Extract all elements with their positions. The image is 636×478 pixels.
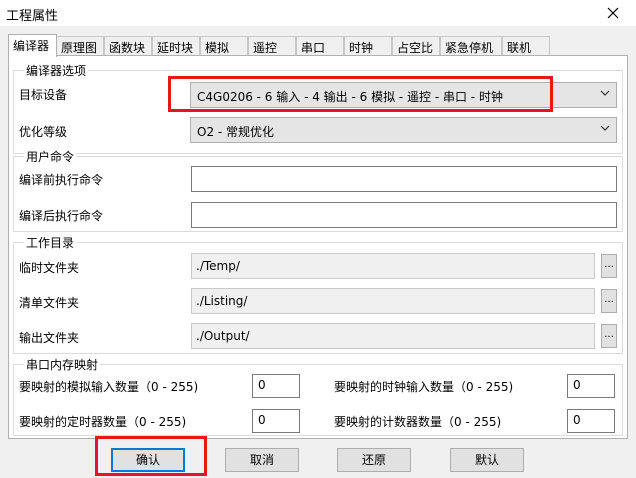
optimization-level-select[interactable]: O2 - 常规优化: [190, 117, 617, 143]
tab-compiler[interactable]: 编译器: [8, 34, 57, 57]
chevron-down-icon: [600, 125, 610, 131]
tab-serial[interactable]: 串口: [296, 36, 344, 56]
optimization-level-label: 优化等级: [19, 125, 68, 139]
cancel-button[interactable]: 取消: [225, 448, 299, 472]
tab-clock[interactable]: 时钟: [344, 36, 392, 56]
temp-folder-input[interactable]: ./Temp/: [191, 253, 595, 279]
timer-count-input[interactable]: 0: [252, 409, 300, 433]
clock-input-count-input[interactable]: 0: [567, 374, 615, 398]
output-folder-browse-button[interactable]: ...: [601, 324, 617, 348]
pre-build-command-input[interactable]: [191, 166, 617, 192]
project-properties-dialog: 工程属性 编译器 原理图 函数块 延时块 模拟 遥控 串口 时钟 占空比 紧急停…: [0, 0, 636, 478]
serial-memory-map-title: 串口内存映射: [24, 356, 101, 373]
tab-online[interactable]: 联机: [502, 36, 550, 56]
post-build-command-input[interactable]: [191, 202, 617, 228]
output-folder-input[interactable]: ./Output/: [191, 323, 595, 349]
optimization-level-value: O2 - 常规优化: [197, 125, 275, 139]
target-device-label: 目标设备: [19, 88, 68, 102]
target-device-value: C4G0206 - 6 输入 - 4 输出 - 6 模拟 - 遥控 - 串口 -…: [197, 90, 503, 104]
listing-folder-input[interactable]: ./Listing/: [191, 288, 595, 314]
chevron-down-icon: [600, 90, 610, 96]
default-button[interactable]: 默认: [450, 448, 524, 472]
analog-input-count-input[interactable]: 0: [252, 374, 300, 398]
close-icon: [607, 7, 619, 19]
output-folder-label: 输出文件夹: [19, 331, 80, 345]
counter-count-input[interactable]: 0: [567, 409, 615, 433]
temp-folder-label: 临时文件夹: [19, 261, 80, 275]
listing-folder-browse-button[interactable]: ...: [601, 289, 617, 313]
listing-folder-label: 清单文件夹: [19, 296, 80, 310]
counter-count-label: 要映射的计数器数量（0 - 255): [334, 415, 502, 429]
timer-count-label: 要映射的定时器数量（0 - 255): [19, 415, 187, 429]
tab-analog[interactable]: 模拟: [200, 36, 248, 56]
analog-input-count-label: 要映射的模拟输入数量（0 - 255): [19, 380, 199, 394]
tab-bar: 编译器 原理图 函数块 延时块 模拟 遥控 串口 时钟 占空比 紧急停机 联机: [8, 34, 628, 57]
tab-delay-block[interactable]: 延时块: [152, 36, 200, 56]
title-bar: 工程属性: [0, 0, 636, 26]
compiler-tab-panel: 编译器选项 目标设备 C4G0206 - 6 输入 - 4 输出 - 6 模拟 …: [8, 55, 628, 439]
tab-function-block[interactable]: 函数块: [104, 36, 152, 56]
clock-input-count-label: 要映射的时钟输入数量（0 - 255): [334, 380, 514, 394]
post-build-command-label: 编译后执行命令: [19, 209, 104, 223]
target-device-select[interactable]: C4G0206 - 6 输入 - 4 输出 - 6 模拟 - 遥控 - 串口 -…: [190, 82, 617, 108]
window-title: 工程属性: [6, 9, 59, 24]
close-button[interactable]: [590, 0, 636, 26]
work-directories-title: 工作目录: [24, 234, 77, 251]
compiler-options-title: 编译器选项: [24, 62, 89, 79]
temp-folder-browse-button[interactable]: ...: [601, 254, 617, 278]
tab-duty-cycle[interactable]: 占空比: [392, 36, 440, 56]
pre-build-command-label: 编译前执行命令: [19, 173, 104, 187]
confirm-button[interactable]: 确认: [111, 448, 185, 472]
tab-remote[interactable]: 遥控: [248, 36, 296, 56]
user-commands-title: 用户命令: [24, 148, 77, 165]
tab-emergency-stop[interactable]: 紧急停机: [440, 36, 502, 56]
tab-schematic[interactable]: 原理图: [56, 36, 104, 56]
restore-button[interactable]: 还原: [337, 448, 411, 472]
